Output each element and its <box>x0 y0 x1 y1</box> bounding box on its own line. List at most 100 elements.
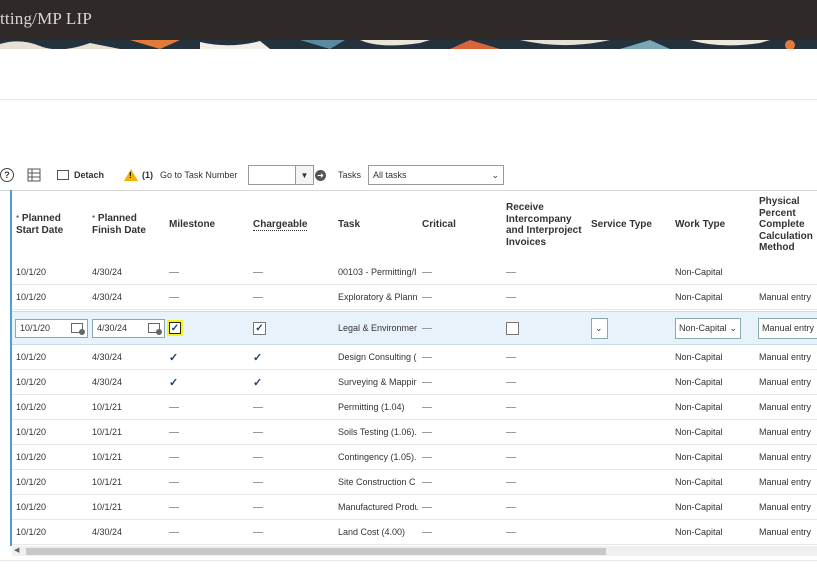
milestone-check-icon: ✓ <box>169 351 179 364</box>
table-row[interactable]: 10/1/20 10/1/21 Soils Testing (1.06). Non-C… <box>12 420 817 445</box>
calendar-icon[interactable] <box>148 323 162 335</box>
receive-invoices-empty <box>506 481 516 483</box>
planned-start-input[interactable]: 10/1/20 <box>15 318 88 338</box>
milestone-empty <box>169 531 179 533</box>
planned-finish-input[interactable]: 4/30/24 <box>92 318 165 338</box>
work-type: Non-Capital <box>675 377 723 387</box>
help-button[interactable]: ? <box>0 163 14 187</box>
table-row[interactable]: 10/1/20 4/30/24 00103 - Permitting/I Non-Ca… <box>12 260 817 285</box>
help-icon: ? <box>0 168 14 182</box>
col-milestone[interactable]: Milestone <box>169 219 215 231</box>
work-type-select[interactable]: Non-Capital ⌄ <box>675 317 741 339</box>
critical-empty <box>422 406 432 408</box>
calc-method: Manual entry <box>759 377 812 387</box>
critical-empty <box>422 296 432 298</box>
task-name[interactable]: Permitting (1.04) <box>338 395 418 419</box>
freeze-columns-icon <box>27 168 41 182</box>
chargeable-check-icon: ✓ <box>253 376 263 389</box>
calc-method: Manual entry <box>759 527 812 537</box>
table-row[interactable]: 10/1/20 4/30/24 ✓ ✓ Surveying & Mappir Non-Ca… <box>12 370 817 395</box>
critical-empty <box>422 531 432 533</box>
chevron-down-icon: ⌄ <box>491 169 499 180</box>
chargeable-empty <box>253 296 263 298</box>
planned-finish: 4/30/24 <box>92 267 123 277</box>
task-name[interactable]: Exploratory & Plann <box>338 285 418 309</box>
table-row[interactable]: 10/1/20 10/1/21 Contingency (1.05). Non-Cap… <box>12 445 817 470</box>
table-row[interactable]: 10/1/20 4/30/24 Exploratory & Plann Non-Cap… <box>12 285 817 310</box>
table-row[interactable]: 10/1/20 10/1/21 Manufactured Produ Non-Capi… <box>12 495 817 520</box>
critical-empty <box>422 456 432 458</box>
receive-invoices-empty <box>506 406 516 408</box>
chargeable-checkbox[interactable]: ✓ <box>253 321 266 335</box>
planned-start: 10/1/20 <box>16 377 47 387</box>
tasks-select-value: All tasks <box>373 170 407 180</box>
table-row[interactable]: 10/1/20 10/1/21 Site Construction C Non-Cap… <box>12 470 817 495</box>
col-receive-invoices[interactable]: Receive Intercompany and Interproject In… <box>506 202 586 248</box>
work-type: Non-Capital <box>675 427 723 437</box>
task-name[interactable]: Surveying & Mappir <box>338 370 418 394</box>
calc-method: Manual entry <box>759 292 812 302</box>
table-row[interactable]: 10/1/20 4/30/24 Land Cost (4.00) Non-Capita… <box>12 520 817 545</box>
col-planned-finish-label: Planned Finish Date <box>92 213 146 236</box>
table-row[interactable]: 10/1/20 4/30/24 ✓ ✓ Design Consulting (Non-C… <box>12 345 817 370</box>
planned-start: 10/1/20 <box>16 352 47 362</box>
warning-indicator[interactable]: (1) <box>124 163 153 187</box>
task-name[interactable]: Design Consulting ( <box>338 345 418 369</box>
detach-button[interactable]: Detach <box>57 163 104 187</box>
chargeable-empty <box>253 431 263 433</box>
task-name[interactable]: Manufactured Produ <box>338 495 418 519</box>
milestone-empty <box>169 506 179 508</box>
milestone-empty <box>169 406 179 408</box>
col-physical-percent[interactable]: Physical Percent Complete Calculation Me… <box>759 196 817 254</box>
goto-task-number-input[interactable] <box>248 165 296 185</box>
planned-finish: 4/30/24 <box>92 352 123 362</box>
col-critical[interactable]: Critical <box>422 219 456 231</box>
col-planned-start[interactable]: * Planned Start Date <box>16 213 86 236</box>
chevron-down-icon[interactable]: ▼ <box>296 165 314 185</box>
freeze-button[interactable] <box>27 163 41 187</box>
planned-start: 10/1/20 <box>16 402 47 412</box>
task-name[interactable]: Legal & Environmer <box>338 312 418 344</box>
warning-icon <box>124 169 138 181</box>
calc-method: Manual entry <box>759 352 812 362</box>
receive-invoices-empty <box>506 296 516 298</box>
col-task[interactable]: Task <box>338 219 360 231</box>
col-chargeable-label: Chargeable <box>253 219 308 231</box>
service-type-select[interactable]: ⌄ <box>591 317 608 339</box>
task-name[interactable]: Site Construction C <box>338 470 418 494</box>
calc-method: Manual entry <box>759 477 812 487</box>
col-service-type[interactable]: Service Type <box>591 219 652 231</box>
col-chargeable[interactable]: Chargeable <box>253 219 308 231</box>
detach-icon <box>57 170 69 180</box>
app-header: tting/MP LIP <box>0 0 817 40</box>
go-button[interactable]: ➜ <box>315 163 326 187</box>
col-work-type[interactable]: Work Type <box>675 219 725 231</box>
arrow-right-icon: ➜ <box>315 169 326 181</box>
horizontal-scrollbar[interactable]: ◀ <box>12 546 817 556</box>
scroll-left-icon[interactable]: ◀ <box>14 546 19 554</box>
receive-invoices-empty <box>506 271 516 273</box>
critical-empty <box>422 381 432 383</box>
task-name[interactable]: Land Cost (4.00) <box>338 520 418 544</box>
task-name[interactable]: 00103 - Permitting/I <box>338 260 418 284</box>
receive-invoices-checkbox[interactable] <box>506 321 519 335</box>
milestone-checkbox[interactable]: ✓ <box>169 322 181 334</box>
task-name[interactable]: Soils Testing (1.06). <box>338 420 418 444</box>
col-planned-finish[interactable]: * Planned Finish Date <box>92 213 162 236</box>
scrollbar-thumb[interactable] <box>26 548 606 555</box>
table-row[interactable]: 10/1/20 4/30/24 ✓ ✓ Legal & Environmer ⌄ Non-C… <box>12 311 817 345</box>
tasks-select[interactable]: All tasks ⌄ <box>368 165 504 185</box>
milestone-check-icon: ✓ <box>169 376 179 389</box>
planned-start: 10/1/20 <box>16 502 47 512</box>
receive-invoices-empty <box>506 431 516 433</box>
calendar-icon[interactable] <box>71 323 85 335</box>
table-row[interactable]: 10/1/20 10/1/21 Permitting (1.04) Non-Capit… <box>12 395 817 420</box>
planned-finish: 10/1/21 <box>92 477 123 487</box>
col-planned-start-label: Planned Start Date <box>16 213 64 236</box>
planned-finish: 10/1/21 <box>92 402 123 412</box>
work-type: Non-Capital <box>675 352 723 362</box>
method-select[interactable]: Manual entry <box>758 317 817 339</box>
task-name[interactable]: Contingency (1.05). <box>338 445 418 469</box>
planned-start: 10/1/20 <box>16 292 47 302</box>
planned-finish: 10/1/21 <box>92 502 123 512</box>
